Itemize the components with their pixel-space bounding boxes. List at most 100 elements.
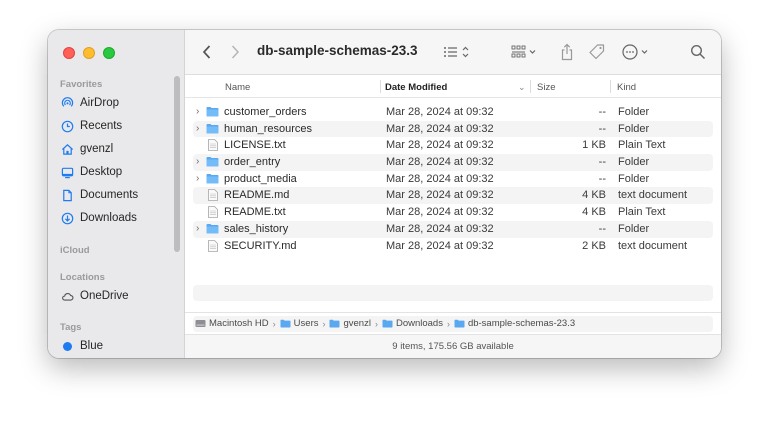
disclosure-chevron-icon[interactable]: › [196, 106, 199, 117]
sidebar-section-icloud: iCloud [60, 245, 90, 256]
tag-button[interactable] [588, 42, 606, 62]
clock-icon [60, 119, 74, 133]
file-row[interactable]: › customer_orders Mar 28, 2024 at 09:32 -- F… [193, 104, 713, 121]
close-window-button[interactable] [63, 47, 75, 59]
disclosure-chevron-icon[interactable]: › [196, 223, 199, 234]
search-button[interactable] [690, 42, 706, 62]
sidebar-item-label: Downloads [80, 212, 137, 224]
file-date: Mar 28, 2024 at 09:32 [386, 106, 494, 118]
finder-window: Favorites AirDrop Recents gvenzl Desktop [48, 30, 721, 358]
share-icon [561, 43, 573, 61]
file-row[interactable]: › sales_history Mar 28, 2024 at 09:32 -- Fol… [193, 220, 713, 238]
home-icon [60, 142, 74, 156]
sidebar-item-label: Recents [80, 120, 123, 132]
file-name: SECURITY.md [224, 239, 297, 252]
column-header-kind[interactable]: Kind [617, 82, 636, 93]
file-size: -- [598, 106, 606, 118]
window-controls [63, 47, 115, 59]
disclosure-chevron-icon[interactable]: › [196, 156, 199, 167]
file-size: -- [598, 122, 606, 135]
file-row[interactable]: README.md Mar 28, 2024 at 09:32 4 KB text d… [193, 187, 713, 205]
sidebar-item-desktop[interactable]: Desktop [60, 163, 122, 181]
file-size: 4 KB [582, 206, 606, 219]
more-actions-button[interactable] [621, 42, 653, 62]
ellipsis-circle-icon [622, 44, 648, 60]
file-row[interactable]: SECURITY.md Mar 28, 2024 at 09:32 2 KB text… [193, 238, 713, 255]
file-row[interactable]: › product_media Mar 28, 2024 at 09:32 -- Fol… [193, 171, 713, 188]
path-bar: Macintosh HD › Users › gvenzl › Downloads › db-s… [185, 312, 721, 334]
folder-icon [206, 123, 219, 135]
sidebar-item-documents[interactable]: Documents [60, 186, 138, 204]
sidebar-item-downloads[interactable]: Downloads [60, 209, 137, 227]
minimize-window-button[interactable] [83, 47, 95, 59]
disclosure-chevron-icon[interactable]: › [196, 123, 199, 134]
file-rows: › customer_orders Mar 28, 2024 at 09:32 -- F… [193, 104, 713, 254]
column-divider[interactable] [610, 80, 611, 93]
sidebar-item-airdrop[interactable]: AirDrop [60, 94, 119, 112]
file-size: -- [598, 222, 606, 235]
folder-icon [382, 319, 393, 328]
file-list-area: Name Date Modified ⌄ Size Kind › customer… [185, 75, 721, 358]
file-date: Mar 28, 2024 at 09:32 [386, 239, 494, 252]
view-options-button[interactable] [443, 42, 473, 62]
sidebar-scrollbar[interactable] [174, 76, 180, 252]
file-name: README.md [224, 189, 290, 202]
list-view-icon [444, 46, 469, 58]
file-row[interactable]: › order_entry Mar 28, 2024 at 09:32 -- Folde… [193, 154, 713, 171]
file-kind: Plain Text [618, 206, 666, 219]
file-kind: Folder [618, 222, 650, 235]
share-button[interactable] [560, 42, 574, 62]
folder-icon [280, 319, 291, 328]
disclosure-chevron-icon[interactable]: › [196, 173, 199, 184]
status-bar: 9 items, 175.56 GB available [185, 334, 721, 358]
column-header: Name Date Modified ⌄ Size Kind [185, 75, 721, 98]
file-size: -- [598, 156, 606, 169]
group-button[interactable] [511, 42, 543, 62]
file-date: Mar 28, 2024 at 09:32 [386, 206, 494, 219]
text-file-icon [206, 189, 219, 202]
file-date: Mar 28, 2024 at 09:32 [386, 156, 494, 169]
path-crumb[interactable]: Macintosh HD [195, 318, 269, 329]
airdrop-icon [60, 96, 74, 110]
path-crumb-label: db-sample-schemas-23.3 [467, 318, 576, 329]
path-separator-icon: › [272, 318, 276, 329]
path-crumb[interactable]: gvenzl [329, 318, 371, 329]
window-title: db-sample-schemas-23.3 [257, 43, 418, 58]
sidebar-item-onedrive[interactable]: OneDrive [60, 287, 129, 305]
file-name: product_media [224, 172, 297, 185]
sidebar-section-locations: Locations [60, 272, 105, 283]
sidebar-section-favorites: Favorites [60, 79, 103, 90]
column-divider[interactable] [380, 80, 381, 93]
forward-button[interactable] [229, 42, 241, 62]
sidebar-tag-blue[interactable]: Blue [60, 337, 103, 355]
path-crumb[interactable]: db-sample-schemas-23.3 [454, 318, 575, 329]
sidebar-item-recents[interactable]: Recents [60, 117, 122, 135]
path-crumb-label: Users [293, 318, 319, 329]
back-button[interactable] [201, 42, 213, 62]
column-header-name[interactable]: Name [225, 82, 250, 93]
file-name: LICENSE.txt [224, 139, 286, 152]
file-row[interactable]: › human_resources Mar 28, 2024 at 09:32 -- F… [193, 120, 713, 138]
file-size: -- [598, 172, 606, 185]
sidebar-item-home[interactable]: gvenzl [60, 140, 113, 158]
chevron-left-icon [202, 45, 211, 59]
column-header-date[interactable]: Date Modified [385, 82, 447, 93]
tag-icon [589, 44, 605, 60]
file-name: README.txt [224, 206, 286, 219]
zoom-window-button[interactable] [103, 47, 115, 59]
path-crumb-label: Macintosh HD [209, 318, 269, 329]
empty-row [193, 285, 713, 301]
file-row[interactable]: LICENSE.txt Mar 28, 2024 at 09:32 1 KB Plai… [193, 137, 713, 154]
column-header-size[interactable]: Size [537, 82, 555, 93]
file-date: Mar 28, 2024 at 09:32 [386, 122, 494, 135]
file-name: customer_orders [224, 106, 307, 118]
file-row[interactable]: README.txt Mar 28, 2024 at 09:32 4 KB Plain… [193, 204, 713, 221]
path-crumb[interactable]: Downloads [382, 318, 443, 329]
folder-icon [329, 319, 340, 328]
folder-icon [206, 156, 219, 168]
sidebar-item-label: gvenzl [80, 143, 114, 155]
path-crumb[interactable]: Users [280, 318, 319, 329]
sidebar-section-tags: Tags [60, 322, 82, 333]
grid-icon [511, 45, 536, 58]
column-divider[interactable] [530, 80, 531, 93]
